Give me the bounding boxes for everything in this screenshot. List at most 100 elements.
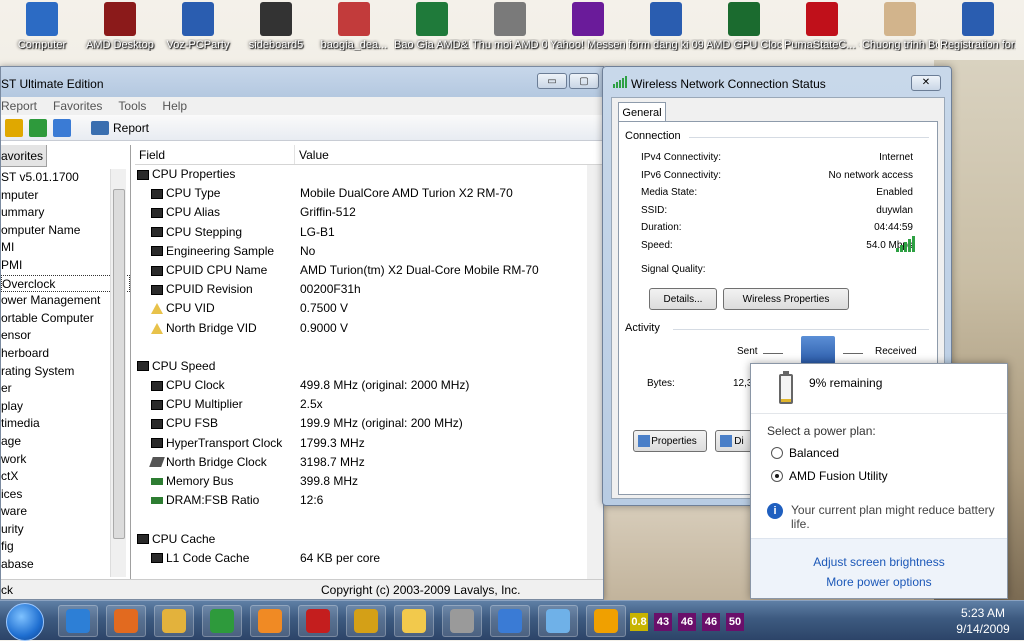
tray-temp[interactable]: 46 <box>678 613 696 631</box>
everest-titlebar[interactable]: ST Ultimate Edition ▭ ▢ <box>1 67 603 97</box>
minimize-button[interactable]: ▭ <box>537 73 567 89</box>
taskbar-app-info[interactable] <box>586 605 626 637</box>
desktop-icon[interactable]: Yahoo! Messenger <box>550 2 626 51</box>
value-cell: 499.8 MHz (original: 2000 MHz) <box>300 378 470 393</box>
shield-icon <box>638 435 650 447</box>
taskbar-app-chrome[interactable] <box>202 605 242 637</box>
table-row[interactable]: CPU Multiplier 2.5x <box>135 395 603 414</box>
taskbar-app-remote[interactable] <box>490 605 530 637</box>
value-cell: 12:6 <box>300 493 324 508</box>
details-scrollbar[interactable] <box>587 165 603 579</box>
connection-field-row: Media State: Enabled <box>641 187 913 198</box>
mail-icon <box>402 609 426 633</box>
refresh-icon[interactable] <box>29 118 47 137</box>
taskbar-app-media[interactable] <box>250 605 290 637</box>
table-row[interactable]: CPU Clock 499.8 MHz (original: 2000 MHz) <box>135 376 603 395</box>
table-row[interactable]: HyperTransport Clock 1799.3 MHz <box>135 434 603 453</box>
group-row[interactable]: CPU Properties <box>135 165 603 184</box>
chip-icon <box>137 361 149 372</box>
close-button[interactable]: ✕ <box>911 75 941 91</box>
disable-button[interactable]: Di <box>715 430 755 452</box>
radio-balanced[interactable] <box>771 447 783 459</box>
report-button[interactable]: Report <box>91 120 150 135</box>
desktop-icon[interactable]: Chuong trinh Bokito <box>862 2 938 51</box>
taskbar-app-paint[interactable] <box>538 605 578 637</box>
tab-general[interactable]: General <box>618 102 666 122</box>
fusion-icon <box>450 609 474 633</box>
desktop-icon[interactable]: Voz-PCParty <box>160 2 236 51</box>
taskbar-app-ie[interactable] <box>58 605 98 637</box>
radio-amd-fusion[interactable] <box>771 470 783 482</box>
ie-icon <box>66 609 90 633</box>
column-header: Field Value <box>135 145 603 165</box>
maximize-button[interactable]: ▢ <box>569 73 599 89</box>
start-button[interactable] <box>6 603 44 641</box>
table-row[interactable]: CPUID Revision 00200F31h <box>135 280 603 299</box>
value-cell: AMD Turion(tm) X2 Dual-Core Mobile RM-70 <box>300 262 539 277</box>
column-field[interactable]: Field <box>135 145 295 164</box>
taskbar-app-fusion[interactable] <box>442 605 482 637</box>
more-power-options-link[interactable]: More power options <box>751 575 1007 589</box>
taskbar-app-lock[interactable] <box>346 605 386 637</box>
plan-balanced[interactable]: Balanced <box>771 446 839 460</box>
desktop-icon[interactable]: Bao Gia AMD&FCS <box>394 2 470 51</box>
wireless-properties-button[interactable]: Wireless Properties <box>723 288 849 310</box>
taskbar-app-mail[interactable] <box>394 605 434 637</box>
taskbar-app-RSA[interactable] <box>298 605 338 637</box>
table-row[interactable]: North Bridge Clock 3198.7 MHz <box>135 453 603 472</box>
table-row[interactable]: CPU VID 0.7500 V <box>135 299 603 318</box>
menu-tools[interactable]: Tools <box>118 99 146 113</box>
menu-help[interactable]: Help <box>162 99 187 113</box>
table-row[interactable]: Memory Bus 399.8 MHz <box>135 472 603 491</box>
field-text: CPU Type <box>166 186 221 201</box>
details-button[interactable]: Details... <box>649 288 717 310</box>
desktop-icon[interactable]: PumaStateC... - Shortcut <box>784 2 860 51</box>
battery-flyout: 9% remaining Select a power plan: Balanc… <box>750 363 1008 599</box>
taskbar-app-explorer[interactable] <box>154 605 194 637</box>
group-row[interactable]: CPU Cache <box>135 530 603 549</box>
explorer-icon <box>162 609 186 633</box>
sidebar-scrollbar[interactable] <box>110 169 126 577</box>
report-label: Report <box>113 120 150 135</box>
desktop-icon[interactable]: form dang ki 09 <box>628 2 704 51</box>
desktop-icon[interactable]: sideboard5 <box>238 2 314 51</box>
chip-icon <box>151 246 163 257</box>
taskbar-app-firefox[interactable] <box>106 605 146 637</box>
desktop-icon[interactable]: baogia_dea... <box>316 2 392 51</box>
table-row[interactable]: CPU Type Mobile DualCore AMD Turion X2 RM… <box>135 184 603 203</box>
clock[interactable]: 5:23 AM 9/14/2009 <box>948 605 1018 637</box>
table-row[interactable]: CPUID CPU Name AMD Turion(tm) X2 Dual-Cor… <box>135 261 603 280</box>
table-row[interactable]: DRAM:FSB Ratio 12:6 <box>135 491 603 510</box>
connection-label: Connection <box>625 130 681 142</box>
menu-favorites[interactable]: Favorites <box>53 99 102 113</box>
field-text: CPU VID <box>166 301 215 316</box>
tray-temp[interactable]: 46 <box>702 613 720 631</box>
desktop-icon[interactable]: Registration form <box>940 2 1016 51</box>
desktop-icon[interactable]: Computer <box>4 2 80 51</box>
tray-temp[interactable]: 50 <box>726 613 744 631</box>
table-row[interactable]: CPU Alias Griffin-512 <box>135 203 603 222</box>
table-row[interactable]: CPU FSB 199.9 MHz (original: 200 MHz) <box>135 414 603 433</box>
tray-temp[interactable]: 43 <box>654 613 672 631</box>
column-value[interactable]: Value <box>295 145 603 164</box>
menu-report[interactable]: Report <box>1 99 37 113</box>
favorites-tab[interactable]: avorites <box>1 145 47 167</box>
group-row[interactable]: CPU Speed <box>135 357 603 376</box>
plan-amd-fusion[interactable]: AMD Fusion Utility <box>771 469 888 483</box>
table-row[interactable]: CPU Stepping LG-B1 <box>135 223 603 242</box>
signal-label: Signal Quality: <box>641 264 706 275</box>
table-row[interactable]: North Bridge VID 0.9000 V <box>135 319 603 338</box>
table-row[interactable]: L1 Code Cache 64 KB per core <box>135 549 603 568</box>
up-icon[interactable] <box>5 118 23 137</box>
desktop-icon[interactable]: AMD GPU Clock Tool <box>706 2 782 51</box>
users-icon[interactable] <box>53 118 71 137</box>
desktop-icon[interactable]: AMD Desktop <box>82 2 158 51</box>
adjust-brightness-link[interactable]: Adjust screen brightness <box>751 555 1007 569</box>
report-icon <box>91 120 109 135</box>
activity-divider <box>673 329 929 330</box>
tray-temp[interactable]: 0.8 <box>630 613 648 631</box>
ram-icon <box>151 478 163 486</box>
properties-button[interactable]: Properties <box>633 430 707 452</box>
table-row[interactable]: Engineering Sample No <box>135 242 603 261</box>
desktop-icon[interactable]: Thu moi AMD 09 <box>472 2 548 51</box>
